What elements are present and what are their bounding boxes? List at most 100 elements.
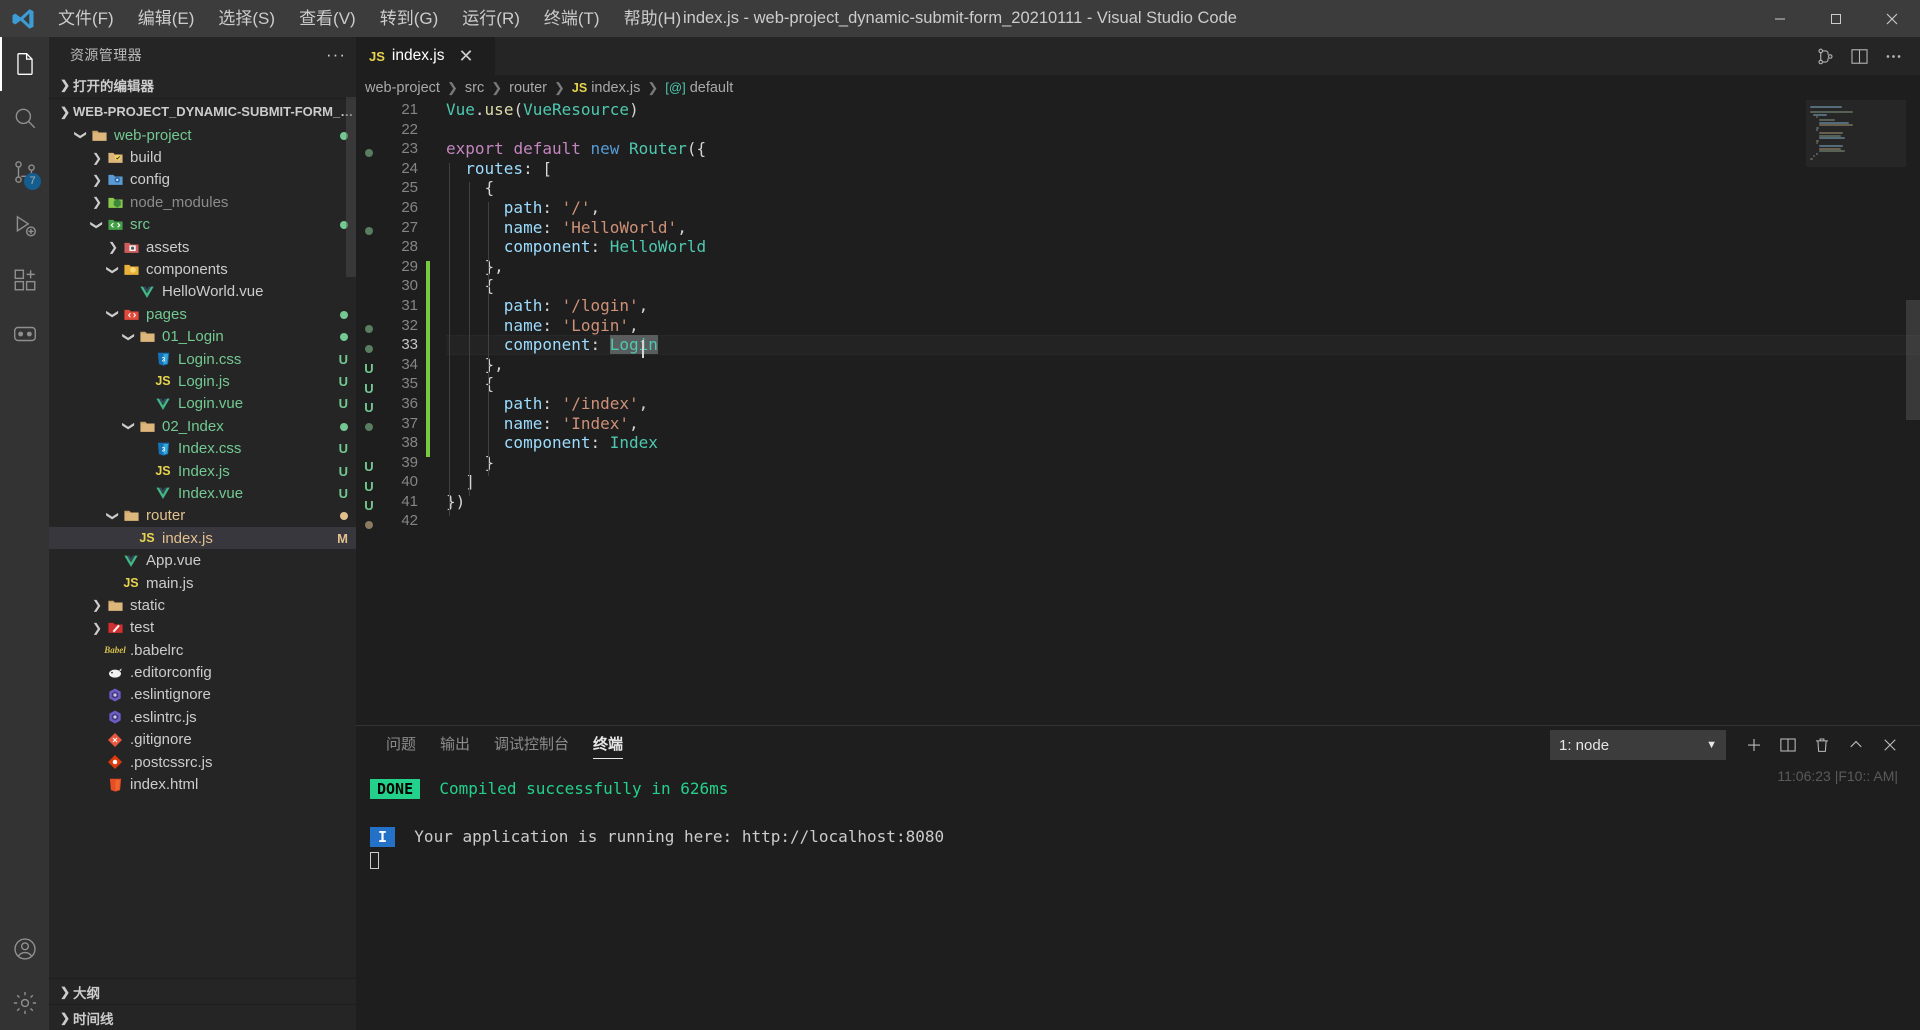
minimap-slider[interactable] xyxy=(1806,100,1906,167)
panel-tab-problems[interactable]: 问题 xyxy=(374,726,428,764)
tree-item-web-project[interactable]: ❯ web-project xyxy=(49,124,356,146)
tree-item-app-vue[interactable]: App.vue xyxy=(49,549,356,571)
tree-item-babelrc[interactable]: Babel .babelrc xyxy=(49,639,356,661)
code-line[interactable]: component: Index xyxy=(446,433,1920,453)
split-editor-icon[interactable] xyxy=(1844,37,1874,75)
tree-item-eslintrc-js[interactable]: .eslintrc.js xyxy=(49,706,356,728)
file-tree[interactable]: ❯ web-project ❯ build ❯ config ❯ node_modules ❯ s… xyxy=(49,124,356,1030)
breadcrumb[interactable]: web-project ❯ src ❯ router ❯ JS index.js ❯ [@] def… xyxy=(356,75,1920,100)
menu-selection[interactable]: 选择(S) xyxy=(206,0,287,37)
code-line[interactable]: name: 'HelloWorld', xyxy=(446,218,1920,238)
tree-item-src[interactable]: ❯ src xyxy=(49,214,356,236)
tree-item-node-modules[interactable]: ❯ node_modules xyxy=(49,191,356,213)
tree-item-router[interactable]: ❯ router xyxy=(49,505,356,527)
code-line[interactable]: }) xyxy=(446,492,1920,512)
tree-item-index-js[interactable]: JS index.js M xyxy=(49,527,356,550)
activity-remote-explorer[interactable] xyxy=(0,307,49,361)
tree-item-postcssrc-js[interactable]: .postcssrc.js xyxy=(49,751,356,773)
split-terminal-icon[interactable] xyxy=(1772,729,1804,761)
new-terminal-icon[interactable] xyxy=(1738,729,1770,761)
sidebar-section-open-editors[interactable]: ❯ 打开的编辑器 xyxy=(49,72,356,98)
breadcrumb-index-js[interactable]: JS index.js xyxy=(570,80,642,96)
more-actions-icon[interactable] xyxy=(1878,37,1908,75)
code-line[interactable]: { xyxy=(446,178,1920,198)
menu-view[interactable]: 查看(V) xyxy=(287,0,368,37)
sidebar-more-actions-icon[interactable]: ··· xyxy=(326,45,346,65)
sidebar-section-timeline[interactable]: ❯ 时间线 xyxy=(49,1004,356,1030)
tree-item-01-login[interactable]: ❯ 01_Login xyxy=(49,326,356,348)
menu-run[interactable]: 运行(R) xyxy=(450,0,532,37)
code-line[interactable]: path: '/login', xyxy=(446,296,1920,316)
run-split-icon[interactable] xyxy=(1810,37,1840,75)
tree-item-assets[interactable]: ❯ assets xyxy=(49,236,356,258)
code-line[interactable]: }, xyxy=(446,257,1920,277)
kill-terminal-icon[interactable] xyxy=(1806,729,1838,761)
menu-terminal[interactable]: 终端(T) xyxy=(532,0,612,37)
sidebar-scrollbar[interactable] xyxy=(346,97,356,277)
close-panel-icon[interactable] xyxy=(1874,729,1906,761)
terminal-output[interactable]: 11:06:23 |F10:: AM| DONE Compiled succes… xyxy=(356,764,1920,1030)
code-line[interactable]: { xyxy=(446,276,1920,296)
breadcrumb-web-project[interactable]: web-project xyxy=(363,80,442,96)
activity-accounts[interactable] xyxy=(0,922,49,976)
code-line[interactable] xyxy=(446,120,1920,140)
breadcrumb-default[interactable]: [@] default xyxy=(663,80,735,96)
panel-tab-output[interactable]: 输出 xyxy=(428,726,482,764)
tree-item-index-html[interactable]: index.html xyxy=(49,773,356,795)
code-line[interactable]: path: '/', xyxy=(446,198,1920,218)
tree-item-login-vue[interactable]: Login.vue U xyxy=(49,393,356,415)
breadcrumb-src[interactable]: src xyxy=(463,80,486,96)
tree-item-editorconfig[interactable]: .editorconfig xyxy=(49,661,356,683)
code-line[interactable]: path: '/index', xyxy=(446,394,1920,414)
activity-search[interactable] xyxy=(0,91,49,145)
sidebar-section-project-root[interactable]: ❯ WEB-PROJECT_DYNAMIC-SUBMIT-FORM_202101… xyxy=(49,98,356,124)
panel-tab-terminal[interactable]: 终端 xyxy=(581,726,635,764)
editor-scrollbar[interactable] xyxy=(1906,300,1920,420)
code-line[interactable]: name: 'Index', xyxy=(446,414,1920,434)
close-button[interactable] xyxy=(1864,0,1920,37)
tree-item-config[interactable]: ❯ config xyxy=(49,169,356,191)
activity-extensions[interactable] xyxy=(0,253,49,307)
menu-file[interactable]: 文件(F) xyxy=(46,0,126,37)
code-line[interactable]: name: 'Login', xyxy=(446,316,1920,336)
tree-item-gitignore[interactable]: .gitignore xyxy=(49,729,356,751)
code-line[interactable]: component: HelloWorld xyxy=(446,237,1920,257)
activity-run-debug[interactable] xyxy=(0,199,49,253)
tree-item-02-index[interactable]: ❯ 02_Index xyxy=(49,415,356,437)
activity-settings-gear[interactable] xyxy=(0,976,49,1030)
tree-item-index-js[interactable]: JS Index.js U xyxy=(49,460,356,482)
tree-item-index-vue[interactable]: Index.vue U xyxy=(49,482,356,504)
tree-item-main-js[interactable]: JS main.js xyxy=(49,572,356,594)
tree-item-login-css[interactable]: 3 Login.css U xyxy=(49,348,356,370)
code-line[interactable] xyxy=(446,511,1920,531)
maximize-button[interactable] xyxy=(1808,0,1864,37)
menu-help[interactable]: 帮助(H) xyxy=(612,0,694,37)
breadcrumb-router[interactable]: router xyxy=(507,80,549,96)
tab-index-js[interactable]: JS index.js ✕ xyxy=(356,37,496,75)
tab-close-icon[interactable]: ✕ xyxy=(458,47,473,65)
activity-source-control[interactable]: 7 xyxy=(0,145,49,199)
tree-item-static[interactable]: ❯ static xyxy=(49,594,356,616)
tree-item-helloworld-vue[interactable]: HelloWorld.vue xyxy=(49,281,356,303)
tree-item-pages[interactable]: ❯ pages xyxy=(49,303,356,325)
tree-item-eslintignore[interactable]: .eslintignore xyxy=(49,684,356,706)
minimize-button[interactable] xyxy=(1752,0,1808,37)
menu-edit[interactable]: 编辑(E) xyxy=(126,0,207,37)
menu-go[interactable]: 转到(G) xyxy=(368,0,451,37)
tree-item-index-css[interactable]: 3 Index.css U xyxy=(49,437,356,459)
code-line[interactable]: { xyxy=(446,374,1920,394)
panel-tab-debug-console[interactable]: 调试控制台 xyxy=(482,726,581,764)
code-editor[interactable]: UUUUUU 21 22 23 24 25 26 27 28 29 30 31 32 33 34 35 36 3… xyxy=(356,100,1920,725)
tree-item-build[interactable]: ❯ build xyxy=(49,146,356,168)
code-line[interactable]: export default new Router({ xyxy=(446,139,1920,159)
code-lines[interactable]: Vue.use(VueResource) export default new … xyxy=(430,100,1920,725)
tree-item-login-js[interactable]: JS Login.js U xyxy=(49,370,356,392)
maximize-panel-icon[interactable] xyxy=(1840,729,1872,761)
tree-item-components[interactable]: ❯ components xyxy=(49,258,356,280)
code-line[interactable]: routes: [ xyxy=(446,159,1920,179)
tree-item-test[interactable]: ❯ test xyxy=(49,617,356,639)
code-line[interactable]: component: Login xyxy=(446,335,1920,355)
code-line[interactable]: } xyxy=(446,453,1920,473)
sidebar-section-outline[interactable]: ❯ 大纲 xyxy=(49,978,356,1004)
code-line[interactable]: Vue.use(VueResource) xyxy=(446,100,1920,120)
